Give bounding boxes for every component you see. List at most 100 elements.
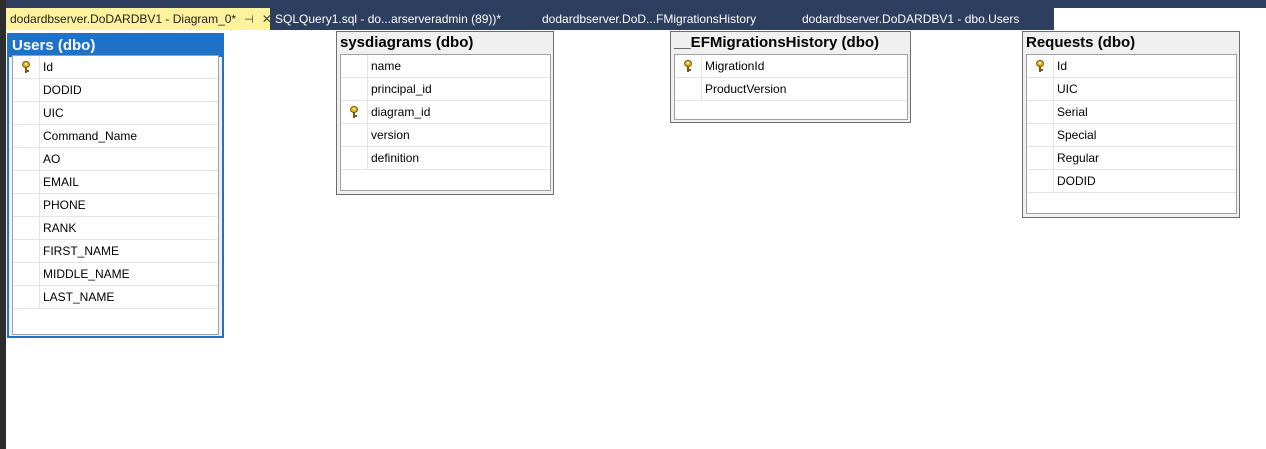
column-name: DODID — [1057, 174, 1096, 188]
column-row[interactable]: PHONE — [13, 194, 218, 217]
column-row[interactable]: DODID — [13, 79, 218, 102]
row-selector[interactable] — [13, 194, 40, 216]
column-name: RANK — [43, 221, 77, 235]
column-name: LAST_NAME — [43, 290, 115, 304]
column-name: name — [371, 59, 402, 73]
column-row[interactable]: LAST_NAME — [13, 286, 218, 309]
column-row[interactable]: Serial — [1027, 101, 1236, 124]
tab-label: dodardbserver.DoD...FMigrationsHistory — [542, 12, 757, 26]
tab-migrations-history[interactable]: dodardbserver.DoD...FMigrationsHistory — [538, 8, 800, 30]
window-top-strip — [0, 0, 1266, 8]
column-name: PHONE — [43, 198, 86, 212]
table-title[interactable]: Users (dbo) — [9, 35, 222, 57]
row-selector[interactable] — [13, 148, 40, 170]
column-row[interactable]: version — [341, 124, 550, 147]
table-requests[interactable]: Requests (dbo) Id UIC Serial Special Regular… — [1022, 31, 1240, 218]
ssms-window: dodardbserver.DoDARDBV1 - Diagram_0* ⊣ ✕… — [0, 0, 1266, 449]
column-row[interactable]: name — [341, 55, 550, 78]
row-selector[interactable] — [1027, 78, 1054, 100]
column-name: definition — [371, 151, 420, 165]
column-grid[interactable]: name principal_id diagram_idversion definit… — [340, 54, 551, 191]
row-selector[interactable] — [675, 78, 702, 100]
row-selector[interactable] — [341, 124, 368, 146]
row-selector[interactable] — [13, 286, 40, 308]
column-row[interactable]: Regular — [1027, 147, 1236, 170]
table-efmigrationshistory[interactable]: __EFMigrationsHistory (dbo) MigrationId P… — [670, 31, 911, 123]
column-row[interactable]: Id — [1027, 55, 1236, 78]
row-selector[interactable] — [13, 263, 40, 285]
row-selector[interactable] — [341, 55, 368, 77]
row-selector[interactable] — [13, 171, 40, 193]
table-title[interactable]: Requests (dbo) — [1023, 32, 1239, 54]
column-name: UIC — [1057, 82, 1078, 96]
column-row[interactable]: EMAIL — [13, 171, 218, 194]
document-tab-bar: dodardbserver.DoDARDBV1 - Diagram_0* ⊣ ✕… — [6, 8, 1266, 30]
column-row[interactable]: principal_id — [341, 78, 550, 101]
column-name: Serial — [1057, 105, 1088, 119]
row-selector[interactable] — [13, 56, 40, 78]
row-selector[interactable] — [341, 78, 368, 100]
row-selector[interactable] — [13, 79, 40, 101]
column-name: FIRST_NAME — [43, 244, 120, 258]
column-grid[interactable]: MigrationId ProductVersion — [674, 54, 908, 120]
column-row[interactable]: definition — [341, 147, 550, 170]
column-name: principal_id — [371, 82, 432, 96]
column-row[interactable]: UIC — [13, 102, 218, 125]
table-users[interactable]: Users (dbo) Id DODID UIC Command_Name AO EMAI… — [7, 33, 224, 338]
row-selector[interactable] — [1027, 55, 1054, 77]
column-row[interactable]: MIDDLE_NAME — [13, 263, 218, 286]
column-name: Special — [1057, 128, 1097, 142]
column-row[interactable]: UIC — [1027, 78, 1236, 101]
tab-sqlquery[interactable]: SQLQuery1.sql - do...arserveradmin (89))… — [271, 8, 536, 30]
row-selector[interactable] — [13, 240, 40, 262]
column-name: UIC — [43, 106, 64, 120]
pin-icon[interactable]: ⊣ — [244, 13, 254, 26]
column-row[interactable]: AO — [13, 148, 218, 171]
column-name: diagram_id — [371, 105, 431, 119]
row-selector[interactable] — [13, 125, 40, 147]
column-name: EMAIL — [43, 175, 80, 189]
column-name: Command_Name — [43, 129, 138, 143]
row-selector[interactable] — [1027, 124, 1054, 146]
primary-key-icon — [684, 60, 692, 72]
column-name: MigrationId — [705, 59, 765, 73]
column-row[interactable]: RANK — [13, 217, 218, 240]
row-selector[interactable] — [1027, 101, 1054, 123]
column-row[interactable]: DODID — [1027, 170, 1236, 193]
column-name: AO — [43, 152, 61, 166]
column-name: MIDDLE_NAME — [43, 267, 130, 281]
column-row[interactable]: Id — [13, 56, 218, 79]
column-name: Id — [1057, 59, 1068, 73]
column-name: ProductVersion — [705, 82, 787, 96]
column-row[interactable]: MigrationId — [675, 55, 907, 78]
column-name: Id — [43, 60, 54, 74]
tab-label: dodardbserver.DoDARDBV1 - Diagram_0* — [10, 12, 237, 26]
tab-diagram[interactable]: dodardbserver.DoDARDBV1 - Diagram_0* ⊣ ✕ — [6, 8, 272, 30]
table-sysdiagrams[interactable]: sysdiagrams (dbo) name principal_iddiagra… — [336, 31, 554, 195]
row-selector[interactable] — [675, 55, 702, 77]
tab-label: dodardbserver.DoDARDBV1 - dbo.Users — [802, 12, 1020, 26]
row-selector[interactable] — [1027, 170, 1054, 192]
primary-key-icon — [1036, 60, 1044, 72]
tab-dbo-users[interactable]: dodardbserver.DoDARDBV1 - dbo.Users — [798, 8, 1054, 30]
column-row[interactable]: diagram_id — [341, 101, 550, 124]
column-grid[interactable]: Id UIC Serial Special Regular DODID — [1026, 54, 1237, 214]
column-row[interactable]: Special — [1027, 124, 1236, 147]
table-title[interactable]: sysdiagrams (dbo) — [337, 32, 553, 54]
column-row[interactable]: FIRST_NAME — [13, 240, 218, 263]
column-name: version — [371, 128, 410, 142]
tab-label: SQLQuery1.sql - do...arserveradmin (89))… — [275, 12, 502, 26]
row-selector[interactable] — [13, 102, 40, 124]
column-row[interactable]: ProductVersion — [675, 78, 907, 101]
row-selector[interactable] — [13, 217, 40, 239]
row-selector[interactable] — [1027, 147, 1054, 169]
primary-key-icon — [22, 61, 30, 73]
row-selector[interactable] — [341, 101, 368, 123]
column-name: DODID — [43, 83, 82, 97]
column-name: Regular — [1057, 151, 1100, 165]
row-selector[interactable] — [341, 147, 368, 169]
table-title[interactable]: __EFMigrationsHistory (dbo) — [671, 32, 910, 54]
primary-key-icon — [350, 106, 358, 118]
column-grid[interactable]: Id DODID UIC Command_Name AO EMAIL PHONE RANK FI… — [12, 55, 219, 335]
column-row[interactable]: Command_Name — [13, 125, 218, 148]
